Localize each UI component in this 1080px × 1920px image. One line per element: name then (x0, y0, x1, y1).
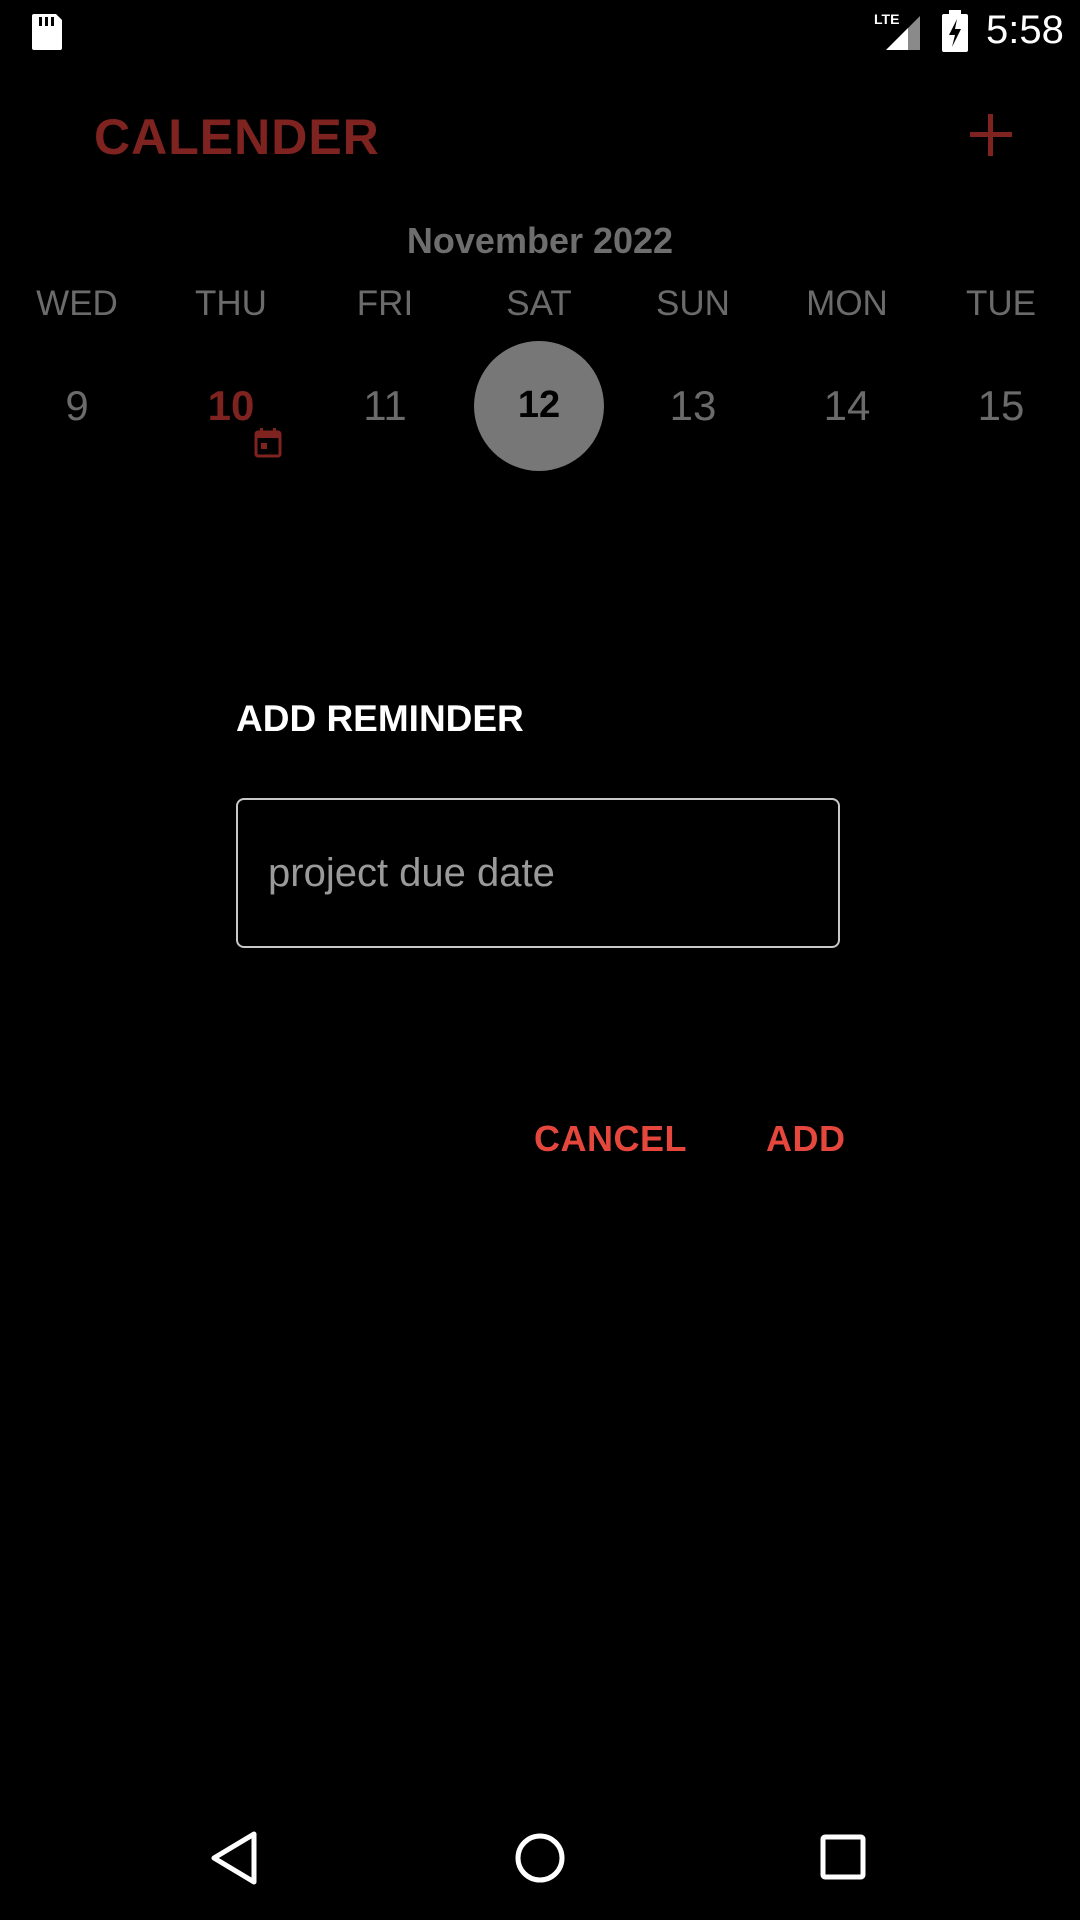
date-number: 13 (669, 382, 717, 429)
date-cell-today[interactable]: 10 (154, 340, 308, 470)
event-calendar-icon (254, 428, 282, 458)
date-cell-selected[interactable]: 12 (462, 340, 616, 471)
month-label: November 2022 (406, 220, 674, 261)
sd-card-icon (32, 14, 62, 50)
weekday-label: FRI (356, 284, 414, 323)
cancel-button[interactable]: CANCEL (534, 1118, 687, 1160)
date-number: 12 (517, 384, 561, 426)
date-cell[interactable]: 9 (0, 340, 154, 470)
date-cell[interactable]: 11 (308, 340, 462, 470)
recents-icon[interactable] (820, 1834, 866, 1880)
date-cell[interactable]: 14 (770, 340, 924, 470)
status-clock: 5:58 (986, 8, 1064, 52)
navigation-bar (0, 1800, 1080, 1920)
home-icon[interactable] (514, 1832, 566, 1884)
lte-signal-icon: LTE (874, 11, 920, 50)
weekday-label: MON (806, 284, 888, 323)
date-cell[interactable]: 15 (924, 340, 1078, 470)
date-number: 11 (363, 382, 407, 429)
app-title: CALENDER (94, 109, 380, 165)
battery-charging-icon (942, 10, 968, 52)
date-number: 10 (207, 382, 255, 429)
status-bar: LTE 5:58 (0, 0, 1080, 66)
reminder-input[interactable] (236, 798, 840, 948)
back-icon[interactable] (210, 1830, 260, 1886)
plus-icon[interactable] (964, 108, 1018, 162)
date-row: 9 10 11 12 13 14 15 (0, 340, 1080, 471)
weekday-label: SAT (506, 284, 572, 323)
weekday-label: WED (36, 284, 118, 323)
weekday-label: SUN (656, 284, 730, 323)
weekday-row: WED THU FRI SAT SUN MON TUE (0, 284, 1080, 334)
dialog-title: ADD REMINDER (236, 698, 524, 739)
app-screen: LTE 5:58 CALENDER November 2022 WED THU … (0, 0, 1080, 1920)
add-button[interactable]: ADD (766, 1118, 846, 1160)
date-number: 9 (65, 382, 89, 429)
network-label: LTE (874, 11, 899, 27)
weekday-label: THU (195, 284, 267, 323)
date-number: 14 (823, 382, 871, 429)
date-cell[interactable]: 13 (616, 340, 770, 470)
weekday-label: TUE (966, 284, 1036, 323)
date-number: 15 (977, 382, 1025, 429)
